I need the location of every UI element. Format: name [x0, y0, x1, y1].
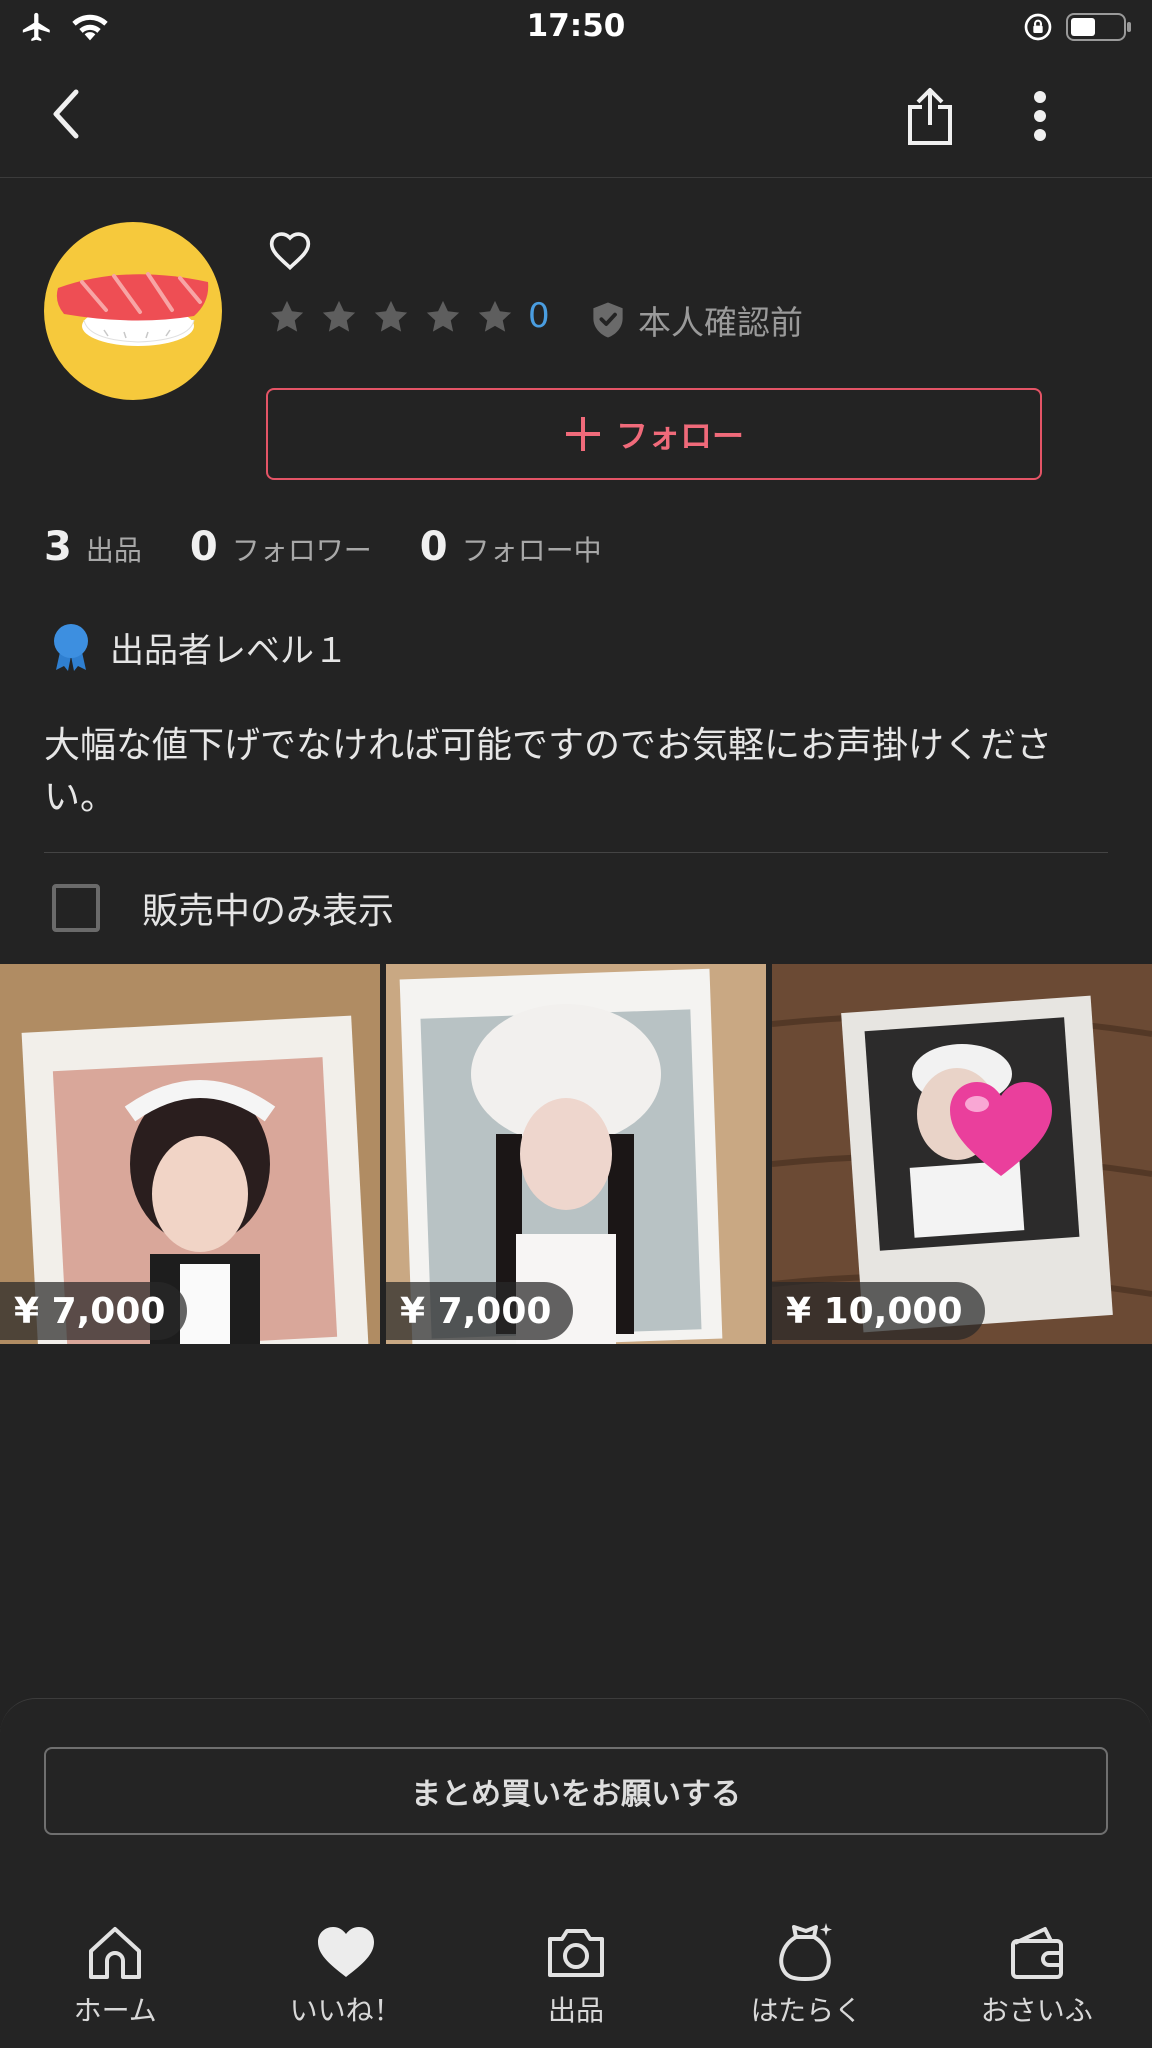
share-icon [908, 88, 952, 145]
tab-likes[interactable]: いいね！ [230, 1921, 460, 2048]
stat-label: 出品 [85, 534, 142, 567]
divider [44, 852, 1108, 853]
stat-value: 0 [419, 524, 448, 570]
tab-label: 出品 [547, 1994, 604, 2027]
stat-label: フォロワー [231, 534, 372, 567]
stat-followers[interactable]: 0 フォロワー [190, 524, 372, 570]
price-tag: ¥ 7,000 [0, 1282, 188, 1340]
camera-icon [547, 1929, 604, 1977]
price-tag: ¥ 10,000 [772, 1282, 985, 1340]
profile-stats: 3 出品 0 フォロワー 0 フォロー中 [44, 524, 650, 570]
tab-label: いいね！ [289, 1994, 402, 2027]
star-icon [322, 300, 356, 332]
tab-bar: ホーム いいね！ 出品 はたらく おさいふ [0, 1921, 1152, 2048]
stat-label: フォロー中 [461, 534, 602, 567]
status-bar: 17:50 [0, 0, 1152, 58]
shield-check-icon [593, 302, 623, 338]
product-tile[interactable]: ¥ 7,000 [0, 964, 380, 1344]
heart-outline-icon [269, 232, 311, 271]
tab-work[interactable]: はたらく [691, 1921, 921, 2048]
star-icon [270, 300, 304, 332]
star-icon [374, 300, 408, 332]
navigation-bar [0, 58, 1152, 178]
verification-label: 本人確認前 [638, 303, 803, 342]
on-sale-only-checkbox[interactable] [52, 884, 100, 932]
product-grid: ¥ 7,000 ¥ 7,000 ¥ 10,000 [0, 964, 1152, 1344]
star-icon [426, 300, 460, 332]
tab-label: ホーム [73, 1994, 157, 2027]
tab-label: はたらく [750, 1994, 863, 2027]
product-tile[interactable]: ¥ 10,000 [772, 964, 1152, 1344]
share-button[interactable] [898, 84, 962, 150]
plus-icon [565, 417, 600, 451]
sushi-avatar-icon [56, 272, 209, 346]
more-options-button[interactable] [1010, 86, 1070, 146]
price-tag: ¥ 7,000 [386, 1282, 574, 1340]
chevron-left-icon [53, 89, 79, 139]
seller-level[interactable]: 出品者レベル１ [50, 622, 348, 672]
stat-following[interactable]: 0 フォロー中 [420, 524, 602, 570]
stat-value: 0 [189, 524, 218, 570]
star-icon [478, 300, 512, 332]
money-bag-icon [779, 1923, 833, 1981]
identity-verification-status: 本人確認前 [590, 296, 803, 344]
stat-value: 3 [44, 524, 72, 570]
battery-icon [1066, 13, 1131, 41]
seller-profile-screen: 17:50 0 本人確認前 フォロー 3 出品 0 フォロワー 0 フォロー中 … [0, 0, 1152, 2048]
product-tile[interactable]: ¥ 7,000 [386, 964, 766, 1344]
rating-count-link[interactable]: 0 [528, 296, 550, 336]
rotation-lock-icon [1024, 13, 1052, 41]
more-vertical-icon [1034, 91, 1046, 141]
heart-icon [317, 1927, 374, 1977]
wallet-icon [1010, 1927, 1063, 1979]
status-right [1022, 11, 1132, 43]
favorite-seller-button[interactable] [268, 230, 312, 274]
medal-icon [54, 624, 88, 671]
follow-button[interactable]: フォロー [266, 388, 1042, 480]
tab-wallet[interactable]: おさいふ [922, 1921, 1152, 2048]
star-rating [268, 298, 514, 336]
home-icon [89, 1927, 142, 1979]
tab-home[interactable]: ホーム [0, 1921, 230, 2048]
profile-bio: 大幅な値下げでなければ可能ですのでお気軽にお声掛けください。 [44, 725, 1053, 818]
bottom-sheet: まとめ買いをお願いする ホーム いいね！ 出品 はたらく おさいふ [0, 1698, 1152, 2048]
stat-listings[interactable]: 3 出品 [44, 524, 142, 570]
filter-label: 販売中のみ表示 [142, 891, 395, 932]
follow-label: フォロー [615, 418, 744, 454]
tab-label: おさいふ [980, 1994, 1093, 2027]
bulk-purchase-request-button[interactable]: まとめ買いをお願いする [44, 1747, 1108, 1835]
status-time: 17:50 [526, 8, 626, 44]
back-button[interactable] [38, 84, 98, 144]
seller-level-label: 出品者レベル１ [110, 630, 348, 671]
avatar[interactable] [44, 222, 222, 400]
on-sale-only-filter[interactable]: 販売中のみ表示 [52, 882, 394, 934]
tab-sell[interactable]: 出品 [461, 1921, 691, 2048]
